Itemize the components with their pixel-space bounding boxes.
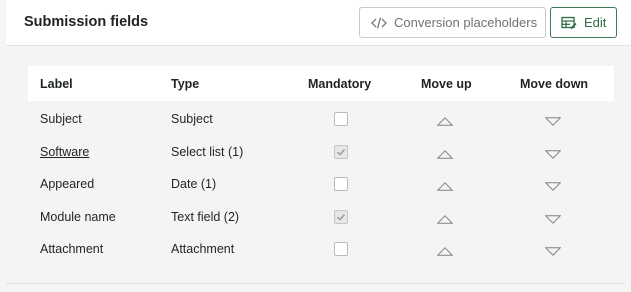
mandatory-checkbox[interactable] xyxy=(334,112,348,126)
field-label-link[interactable]: Software xyxy=(40,145,89,159)
conversion-placeholders-label: Conversion placeholders xyxy=(394,15,538,30)
column-header-move-up: Move up xyxy=(421,77,472,91)
edit-button[interactable]: Edit xyxy=(550,7,617,38)
column-header-mandatory: Mandatory xyxy=(308,77,372,91)
field-type: Attachment xyxy=(171,242,235,256)
table-row: Module name Text field (2) xyxy=(28,199,614,232)
code-icon xyxy=(371,16,387,30)
mandatory-checkbox xyxy=(334,144,348,159)
field-label: Subject xyxy=(40,112,82,126)
panel-header: Submission fields Conversion placeholder… xyxy=(6,0,631,46)
move-up-icon[interactable] xyxy=(436,114,454,129)
column-header-move-down: Move down xyxy=(520,77,589,91)
move-up-icon[interactable] xyxy=(436,179,454,194)
move-down-icon[interactable] xyxy=(544,212,562,227)
field-type: Text field (2) xyxy=(171,209,240,224)
move-down-icon[interactable] xyxy=(544,147,562,162)
field-type: Subject xyxy=(171,112,213,126)
table-row: Appeared Date (1) xyxy=(28,166,614,199)
move-down-icon[interactable] xyxy=(544,244,562,259)
table-row: Subject Subject xyxy=(28,101,614,134)
field-label: Appeared xyxy=(40,177,95,191)
table-row: Attachment Attachment xyxy=(28,231,614,264)
mandatory-checkbox xyxy=(334,209,348,224)
field-type: Date (1) xyxy=(171,177,217,191)
field-label: Attachment xyxy=(40,242,104,256)
mandatory-checkbox[interactable] xyxy=(334,177,348,191)
move-up-icon[interactable] xyxy=(436,244,454,259)
column-header-label: Label xyxy=(40,77,73,91)
move-up-icon[interactable] xyxy=(436,212,454,227)
move-up-icon[interactable] xyxy=(436,147,454,162)
table-body: Subject Subject Software Select list (1) App… xyxy=(28,101,614,264)
page-title: Submission fields xyxy=(24,14,149,30)
field-label: Module name xyxy=(40,209,116,224)
conversion-placeholders-button[interactable]: Conversion placeholders xyxy=(359,7,546,38)
field-type: Select list (1) xyxy=(171,144,244,159)
edit-table-icon xyxy=(561,16,577,30)
column-header-type: Type xyxy=(171,77,200,91)
mandatory-checkbox[interactable] xyxy=(334,242,348,256)
edit-label: Edit xyxy=(584,15,607,30)
submission-fields-table: Label Type Mandatory Move up Move down S… xyxy=(28,66,614,264)
move-down-icon[interactable] xyxy=(544,179,562,194)
move-down-icon[interactable] xyxy=(544,114,562,129)
submission-fields-panel: Submission fields Conversion placeholder… xyxy=(6,0,631,284)
table-header: Label Type Mandatory Move up Move down xyxy=(28,66,614,101)
table-row: Software Select list (1) xyxy=(28,134,614,167)
